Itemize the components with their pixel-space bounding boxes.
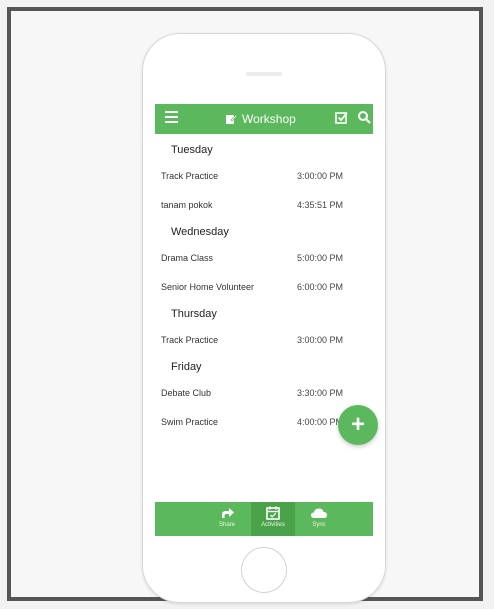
day-header: Thursday [171,308,217,320]
item-name: tanam pokok [161,200,213,210]
day-header: Tuesday [171,144,213,156]
item-time: 3:00:00 PM [297,171,344,181]
day-header: Wednesday [171,226,229,238]
app-screen: Workshop Tuesday Track Practice 3:00:00 PM… [155,104,373,536]
search-icon[interactable] [357,110,371,124]
item-time: 3:30:00 PM [297,388,344,398]
schedule-item[interactable]: Drama Class 5:00:00 PM [155,244,373,273]
schedule-item[interactable]: Track Practice 3:00:00 PM [155,162,373,191]
checkbox-icon[interactable] [335,111,348,124]
menu-icon[interactable] [165,111,178,125]
schedule-item[interactable]: Track Practice 3:00:00 PM [155,326,373,355]
screenshot-frame: Workshop Tuesday Track Practice 3:00:00 PM… [7,7,483,603]
tab-sync[interactable]: Sync [297,502,341,536]
schedule-list: Tuesday Track Practice 3:00:00 PM tanam pok… [155,138,373,437]
item-name: Debate Club [161,388,212,398]
item-name: Drama Class [161,253,214,263]
cloud-icon [311,508,327,518]
plus-icon: + [350,411,365,438]
item-name: Track Practice [161,335,219,345]
phone-speaker [246,72,282,76]
calendar-icon [266,506,280,520]
item-time: 3:00:00 PM [297,335,344,345]
tab-label: Sync [312,522,326,528]
tab-label: Share [218,522,235,528]
item-name: Senior Home Volunteer [161,282,255,292]
item-name: Track Practice [161,171,219,181]
tab-share[interactable]: Share [205,502,249,536]
schedule-item[interactable]: Senior Home Volunteer 6:00:00 PM [155,273,373,302]
tab-activities[interactable]: Activities [251,502,295,536]
share-icon [222,508,234,518]
edit-icon [226,114,237,124]
item-time: 4:35:51 PM [297,200,344,210]
app-title-group: Workshop [225,110,296,128]
item-time: 4:00:00 PM [297,417,344,427]
item-time: 6:00:00 PM [297,282,344,292]
schedule-item[interactable]: tanam pokok 4:35:51 PM [155,191,373,220]
add-button[interactable]: + [338,405,378,445]
bottom-navigation: Share Activities Sync [155,502,373,536]
item-name: Swim Practice [161,417,219,427]
day-header: Friday [171,361,202,373]
schedule-item[interactable]: Debate Club 3:30:00 PM [155,379,373,408]
app-header: Workshop [155,104,373,134]
phone-home-button [241,547,287,593]
tab-label: Activities [261,522,285,528]
app-title: Workshop [242,112,296,126]
item-time: 5:00:00 PM [297,253,344,263]
phone-mockup: Workshop Tuesday Track Practice 3:00:00 PM… [142,33,386,603]
